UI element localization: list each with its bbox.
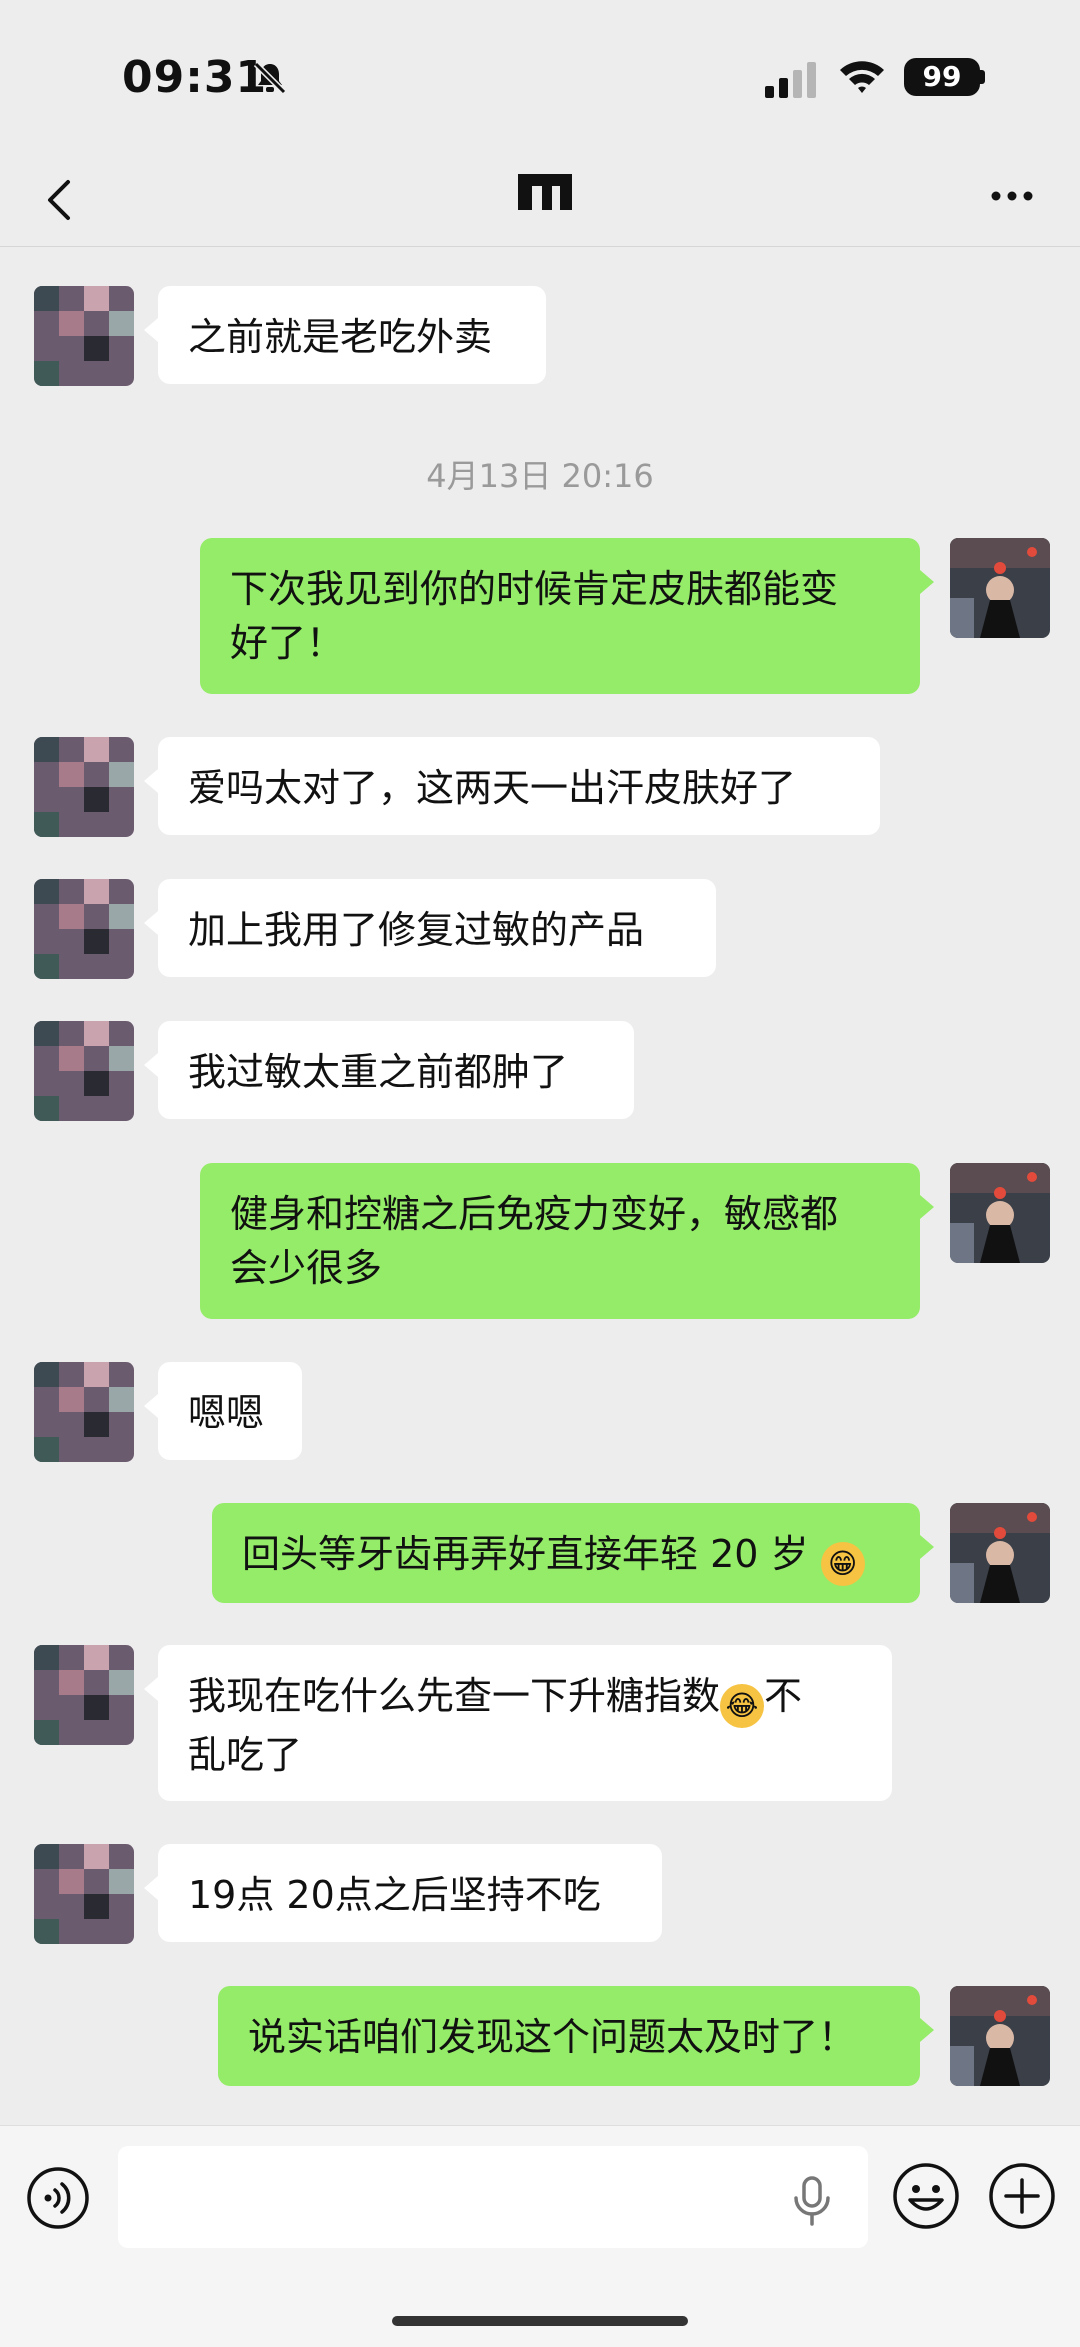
message-text: 回头等牙齿再弄好直接年轻 20 岁	[242, 1532, 809, 1576]
self-avatar[interactable]	[950, 1163, 1050, 1263]
message-text-line: 好了！	[230, 621, 345, 665]
contact-name-redaction	[518, 174, 572, 210]
message-bubble[interactable]: 下次我见到你的时候肯定皮肤都能变 好了！	[200, 538, 934, 694]
bottom-safe-area	[0, 2275, 1080, 2347]
message-text-line: 下次我见到你的时候肯定皮肤都能变	[230, 567, 839, 611]
message-bubble[interactable]: 19点 20点之后坚持不吃	[144, 1844, 662, 1942]
contact-avatar[interactable]	[34, 1844, 134, 1944]
voice-icon[interactable]	[26, 2166, 90, 2230]
status-bar: 09:31 99	[0, 0, 1080, 160]
message-text: 不	[764, 1674, 803, 1718]
message-text: 我过敏太重之前都肿了	[188, 1050, 569, 1094]
message-bubble[interactable]: 嗯嗯	[144, 1362, 302, 1460]
wifi-icon	[840, 61, 884, 93]
message-text: 我现在吃什么先查一下升糖指数	[188, 1674, 721, 1718]
contact-avatar[interactable]	[34, 1645, 134, 1745]
message-text: 加上我用了修复过敏的产品	[188, 908, 645, 952]
self-avatar[interactable]	[950, 538, 1050, 638]
message-input[interactable]	[118, 2146, 868, 2248]
tears-of-joy-emoji-icon: 😂	[720, 1684, 765, 1728]
message-timestamp: 4月13日 20:16	[426, 457, 654, 495]
message-text-line: 健身和控糖之后免疫力变好，敏感都	[230, 1192, 839, 1236]
mic-icon[interactable]	[790, 2176, 834, 2226]
chat-header	[0, 160, 1080, 247]
message-text: 说实话咱们发现这个问题太及时了！	[248, 2015, 857, 2059]
self-avatar[interactable]	[950, 1503, 1050, 1603]
message-bubble[interactable]: 我现在吃什么先查一下升糖指数 😂 不 乱吃了	[144, 1645, 892, 1801]
message-bubble[interactable]: 之前就是老吃外卖	[144, 286, 546, 384]
message-input-bar	[0, 2125, 1080, 2276]
status-time: 09:31	[122, 52, 268, 103]
message-bubble[interactable]: 回头等牙齿再弄好直接年轻 20 岁 😁	[212, 1503, 934, 1603]
battery-indicator: 99	[904, 58, 980, 96]
emoji-icon[interactable]	[892, 2162, 960, 2230]
message-text-line: 乱吃了	[188, 1733, 303, 1777]
contact-avatar[interactable]	[34, 737, 134, 837]
message-bubble[interactable]: 健身和控糖之后免疫力变好，敏感都 会少很多	[200, 1163, 934, 1319]
message-bubble[interactable]: 我过敏太重之前都肿了	[144, 1021, 634, 1119]
more-icon[interactable]	[990, 188, 1034, 204]
mute-bell-icon	[253, 61, 287, 95]
message-text: 爱吗太对了，这两天一出汗皮肤好了	[188, 766, 797, 810]
grinning-sweat-emoji-icon: 😁	[820, 1542, 865, 1586]
back-icon[interactable]	[40, 170, 80, 230]
self-avatar[interactable]	[950, 1986, 1050, 2086]
contact-avatar[interactable]	[34, 286, 134, 386]
message-list[interactable]: 之前就是老吃外卖 4月13日 20:16 下次我见到你的时候肯定皮肤都能变 好了…	[0, 247, 1080, 2127]
contact-avatar[interactable]	[34, 879, 134, 979]
message-bubble[interactable]: 加上我用了修复过敏的产品	[144, 879, 716, 977]
message-text-line: 会少很多	[230, 1246, 383, 1290]
battery-tip	[980, 70, 985, 84]
message-bubble[interactable]: 说实话咱们发现这个问题太及时了！	[218, 1986, 934, 2086]
message-text: 嗯嗯	[188, 1391, 265, 1435]
message-text: 19点 20点之后坚持不吃	[188, 1873, 601, 1917]
contact-avatar[interactable]	[34, 1021, 134, 1121]
message-bubble[interactable]: 爱吗太对了，这两天一出汗皮肤好了	[144, 737, 880, 835]
plus-icon[interactable]	[988, 2162, 1056, 2230]
contact-avatar[interactable]	[34, 1362, 134, 1462]
home-indicator[interactable]	[392, 2316, 688, 2326]
message-text: 之前就是老吃外卖	[188, 315, 493, 359]
signal-icon	[765, 62, 816, 98]
